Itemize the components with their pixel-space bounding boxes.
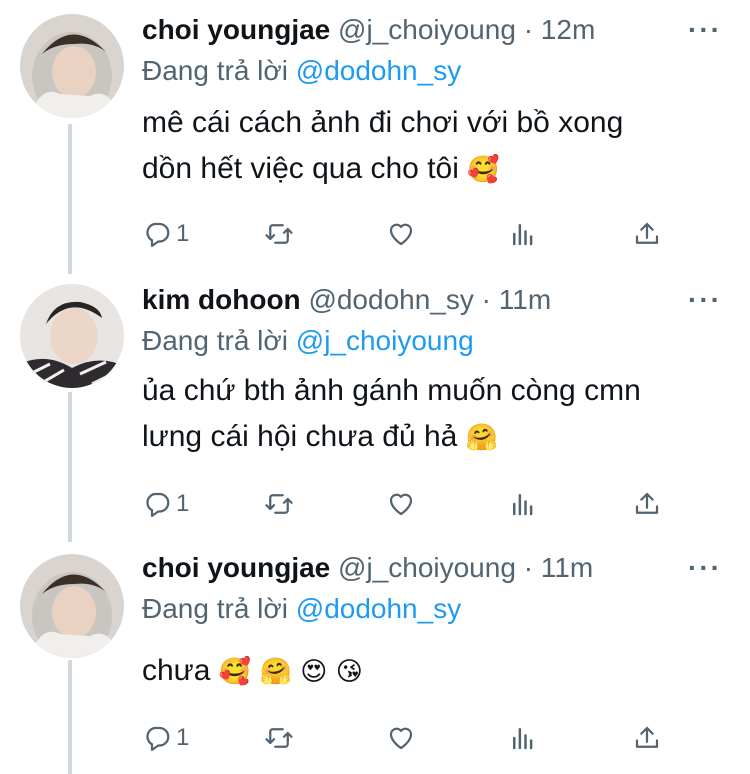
analytics-icon bbox=[513, 224, 533, 246]
emoji: 😍 bbox=[300, 657, 328, 687]
tweet[interactable]: choi youngjae @j_choiyoung · 12m ··· Đan… bbox=[0, 0, 750, 270]
separator-dot: · bbox=[523, 552, 534, 583]
like-button[interactable] bbox=[386, 216, 416, 252]
retweet-button[interactable] bbox=[264, 216, 294, 252]
share-icon bbox=[635, 726, 659, 748]
avatar[interactable] bbox=[20, 14, 124, 118]
reply-count: 1 bbox=[176, 490, 190, 517]
retweet-icon bbox=[265, 494, 293, 514]
share-button[interactable] bbox=[632, 486, 662, 522]
emoji: 🤗 bbox=[465, 423, 499, 453]
tweet-text: chưa 🥰 🤗 😍 😘 bbox=[142, 648, 363, 695]
timestamp[interactable]: 11m bbox=[541, 552, 593, 583]
replying-to-mention[interactable]: @dodohn_sy bbox=[296, 55, 461, 86]
replying-to: Đang trả lời @dodohn_sy bbox=[142, 55, 461, 87]
replying-to-label: Đang trả lời bbox=[142, 593, 288, 624]
user-handle[interactable]: @j_choiyoung bbox=[338, 552, 516, 583]
tweet-header: choi youngjae @j_choiyoung · 12m bbox=[142, 14, 595, 46]
retweet-button[interactable] bbox=[264, 720, 294, 756]
replying-to: Đang trả lời @j_choiyoung bbox=[142, 325, 474, 357]
emoji: 🥰 bbox=[467, 155, 500, 185]
emoji: 😘 bbox=[335, 657, 363, 687]
emoji: 🤗 bbox=[259, 657, 292, 687]
share-icon bbox=[635, 222, 659, 244]
replying-to-label: Đang trả lời bbox=[142, 325, 288, 356]
emoji: 🥰 bbox=[218, 657, 252, 687]
reply-count: 1 bbox=[176, 220, 190, 247]
avatar[interactable] bbox=[20, 284, 124, 388]
reply-button[interactable]: 1 bbox=[142, 216, 189, 252]
display-name[interactable]: choi youngjae bbox=[142, 14, 330, 45]
like-icon bbox=[389, 727, 413, 750]
share-button[interactable] bbox=[632, 720, 662, 756]
analytics-icon bbox=[513, 494, 533, 516]
reply-icon bbox=[146, 492, 170, 517]
reply-button[interactable]: 1 bbox=[142, 720, 189, 756]
tweet[interactable]: kim dohoon @dodohn_sy · 11m ··· Đang trả… bbox=[0, 270, 750, 538]
retweet-icon bbox=[265, 728, 293, 748]
like-button[interactable] bbox=[386, 720, 416, 756]
reply-button[interactable]: 1 bbox=[142, 486, 189, 522]
retweet-button[interactable] bbox=[264, 486, 294, 522]
tweet-actions: 1 bbox=[142, 720, 670, 756]
tweet-header: choi youngjae @j_choiyoung · 11m bbox=[142, 552, 593, 584]
tweet-text: ủa chứ bth ảnh gánh muốn còng cmn lưng c… bbox=[142, 368, 641, 461]
avatar[interactable] bbox=[20, 554, 124, 658]
replying-to: Đang trả lời @dodohn_sy bbox=[142, 593, 461, 625]
replying-to-label: Đang trả lời bbox=[142, 55, 288, 86]
more-options-icon[interactable]: ··· bbox=[688, 14, 722, 46]
more-options-icon[interactable]: ··· bbox=[688, 284, 722, 316]
reply-icon bbox=[146, 726, 170, 751]
separator-dot: · bbox=[523, 14, 534, 45]
timestamp[interactable]: 11m bbox=[499, 284, 551, 315]
tweet-text-line: lưng cái hội chưa đủ hả 🤗 bbox=[142, 420, 499, 453]
display-name[interactable]: choi youngjae bbox=[142, 552, 330, 583]
reply-icon bbox=[146, 222, 170, 247]
separator-dot: · bbox=[481, 284, 491, 315]
analytics-icon bbox=[513, 728, 533, 750]
replying-to-mention[interactable]: @j_choiyoung bbox=[296, 325, 474, 356]
replying-to-mention[interactable]: @dodohn_sy bbox=[296, 593, 461, 624]
tweet-text-line: ủa chứ bth ảnh gánh muốn còng cmn bbox=[142, 374, 641, 407]
retweet-icon bbox=[265, 224, 293, 244]
display-name[interactable]: kim dohoon bbox=[142, 284, 301, 315]
analytics-button[interactable] bbox=[508, 720, 538, 756]
tweet[interactable]: choi youngjae @j_choiyoung · 11m ··· Đan… bbox=[0, 538, 750, 774]
analytics-button[interactable] bbox=[508, 216, 538, 252]
tweet-text-line: chưa 🥰 🤗 😍 😘 bbox=[142, 654, 363, 687]
tweet-actions: 1 bbox=[142, 486, 670, 522]
timestamp[interactable]: 12m bbox=[541, 14, 595, 45]
like-icon bbox=[389, 223, 413, 246]
user-handle[interactable]: @dodohn_sy bbox=[308, 284, 473, 315]
like-icon bbox=[389, 493, 413, 516]
reply-count: 1 bbox=[176, 724, 190, 751]
like-button[interactable] bbox=[386, 486, 416, 522]
tweet-text-line: dồn hết việc qua cho tôi 🥰 bbox=[142, 152, 500, 185]
share-button[interactable] bbox=[632, 216, 662, 252]
tweet-text: mê cái cách ảnh đi chơi với bồ xong dồn … bbox=[142, 100, 623, 193]
tweet-header: kim dohoon @dodohn_sy · 11m bbox=[142, 284, 551, 316]
more-options-icon[interactable]: ··· bbox=[688, 552, 722, 584]
analytics-button[interactable] bbox=[508, 486, 538, 522]
tweet-actions: 1 bbox=[142, 216, 670, 252]
user-handle[interactable]: @j_choiyoung bbox=[338, 14, 516, 45]
tweet-text-line: mê cái cách ảnh đi chơi với bồ xong bbox=[142, 106, 624, 139]
share-icon bbox=[635, 492, 659, 514]
